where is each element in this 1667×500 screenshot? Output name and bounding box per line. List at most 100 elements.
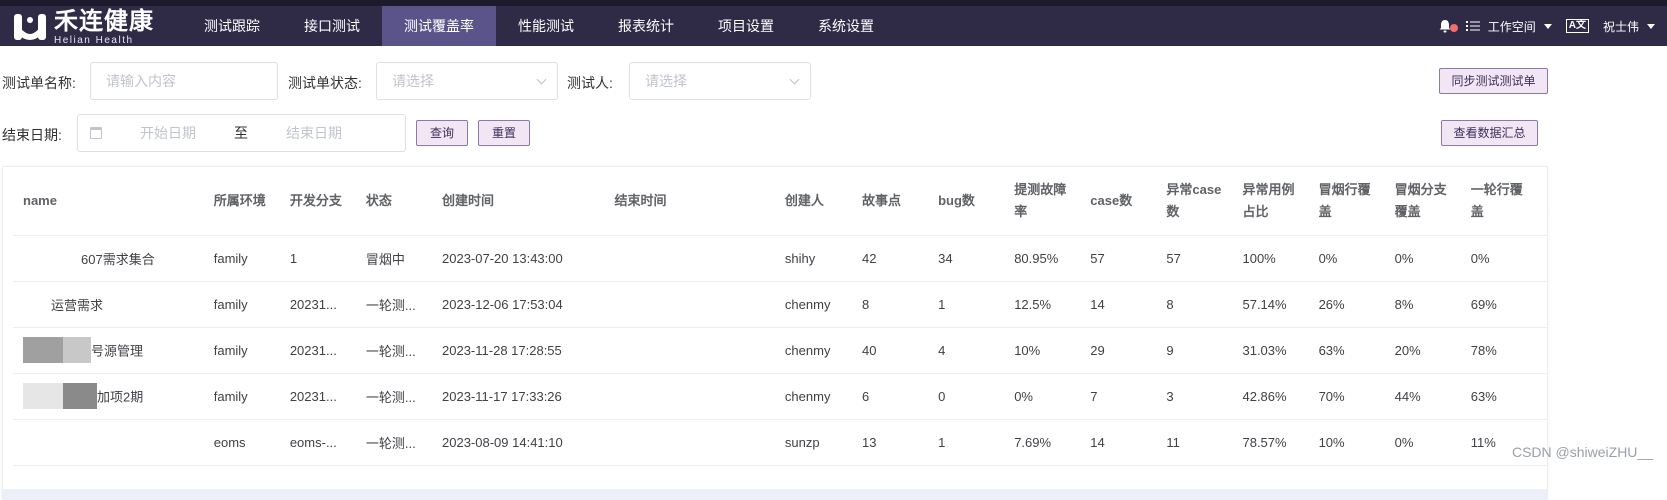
cell-failure-rate: 12.5%	[1004, 281, 1081, 328]
nav-tab-performance-test[interactable]: 性能测试	[496, 6, 596, 46]
cell-creator: sunzp	[774, 419, 853, 466]
column-header-failure-rate[interactable]: 提测故障率	[1004, 167, 1081, 236]
cell-environment: eoms	[203, 419, 280, 466]
column-header-round1-line-coverage[interactable]: 一轮行覆盖	[1460, 167, 1537, 236]
cell-abnormal-case-count: 57	[1156, 235, 1233, 282]
user-menu[interactable]: 祝士伟	[1603, 18, 1655, 35]
cell-abnormal-case-ratio: 42.86%	[1232, 373, 1309, 420]
nav-tab-project-settings[interactable]: 项目设置	[696, 6, 796, 46]
watermark: CSDN @shiweiZHU__	[1511, 444, 1653, 460]
cell-smoke-line-coverage: 0%	[1308, 235, 1385, 282]
column-header-name[interactable]: name	[13, 167, 204, 236]
cell-case-count: 14	[1080, 419, 1157, 466]
cell-end-time	[604, 327, 775, 374]
column-header-round1-branch-coverage[interactable]: 一轮分支覆盖	[1536, 167, 1547, 236]
logo-mark-icon	[12, 10, 48, 46]
cell-abnormal-case-ratio: 78.57%	[1232, 419, 1309, 466]
test-order-name: 加项2期	[97, 389, 144, 405]
cell-creator: chenmy	[774, 327, 853, 374]
cell-smoke-line-coverage: 70%	[1308, 373, 1385, 420]
notification-bell-icon[interactable]	[1438, 19, 1458, 33]
cell-abnormal-case-ratio: 57.14%	[1232, 281, 1309, 328]
cell-failure-rate: 0%	[1004, 373, 1081, 420]
cell-story-points: 6	[852, 373, 929, 420]
query-button[interactable]: 查询	[416, 120, 468, 146]
cell-status: 一轮测...	[355, 373, 433, 420]
cell-bug-count: 1	[928, 419, 1005, 466]
column-header-smoke-line-coverage[interactable]: 冒烟行覆盖	[1308, 167, 1385, 236]
redacted-block	[63, 383, 97, 409]
cell-case-count: 29	[1080, 327, 1157, 374]
cell-name: 加项2期	[13, 373, 204, 420]
test-order-name: 运营需求	[51, 297, 104, 313]
calendar-icon	[90, 127, 102, 139]
reset-button[interactable]: 重置	[478, 120, 530, 146]
nav-tab-test-coverage[interactable]: 测试覆盖率	[382, 6, 496, 46]
logo[interactable]: 禾连健康 Helian Health	[12, 10, 154, 46]
date-range-separator: 至	[234, 125, 248, 141]
cell-bug-count: 0	[928, 373, 1005, 420]
start-date-placeholder: 开始日期	[140, 125, 196, 141]
nav-tab-system-settings[interactable]: 系统设置	[796, 6, 896, 46]
table-row[interactable]: 号源管理 family 20231... 一轮测... 2023-11-28 17:28…	[13, 327, 1547, 374]
table-row[interactable]: eoms eoms-... 一轮测... 2023-08-09 14:41:10 sun…	[13, 419, 1547, 466]
column-header-created-time[interactable]: 创建时间	[432, 167, 605, 236]
cell-created-time: 2023-11-17 17:33:26	[432, 373, 605, 420]
nav-tab-test-tracking[interactable]: 测试跟踪	[182, 6, 282, 46]
cell-round1-line-coverage: 63%	[1460, 373, 1537, 420]
table-header-row: name 所属环境 开发分支 状态 创建时间 结束时间 创建人 故事点 bug数…	[13, 167, 1547, 236]
cell-round1-line-coverage: 78%	[1460, 327, 1537, 374]
tester-select[interactable]: 请选择	[629, 62, 811, 100]
cell-status: 一轮测...	[355, 327, 433, 374]
cell-created-time: 2023-07-20 13:43:00	[432, 235, 605, 282]
column-header-environment[interactable]: 所属环境	[203, 167, 280, 236]
cell-abnormal-case-count: 3	[1156, 373, 1233, 420]
horizontal-scrollbar[interactable]	[3, 489, 1547, 499]
test-order-name-label: 测试单名称:	[2, 75, 76, 91]
column-header-case-count[interactable]: case数	[1080, 167, 1157, 236]
cell-failure-rate: 80.95%	[1004, 235, 1081, 282]
workspace-switcher[interactable]: 工作空间	[1465, 18, 1552, 35]
sync-test-orders-button[interactable]: 同步测试测试单	[1439, 68, 1548, 94]
cell-bug-count: 1	[928, 281, 1005, 328]
cell-round1-branch-coverage: 29%	[1536, 281, 1547, 328]
column-header-story-points[interactable]: 故事点	[852, 167, 929, 236]
end-date-range-picker[interactable]: 开始日期 至 结束日期	[77, 114, 406, 152]
workspace-label: 工作空间	[1487, 19, 1536, 34]
logo-subtitle: Helian Health	[54, 35, 134, 46]
user-name: 祝士伟	[1602, 19, 1639, 34]
cell-round1-branch-coverage: 0%	[1536, 235, 1547, 282]
column-header-end-time[interactable]: 结束时间	[604, 167, 775, 236]
cell-status: 一轮测...	[355, 281, 433, 328]
status-select-placeholder: 请选择	[392, 73, 434, 89]
cell-story-points: 13	[852, 419, 929, 466]
column-header-smoke-branch-coverage[interactable]: 冒烟分支覆盖	[1384, 167, 1461, 236]
table-row[interactable]: 运营需求 family 20231... 一轮测... 2023-12-06 17:53…	[13, 281, 1547, 328]
language-switch-icon[interactable]: A文	[1565, 19, 1589, 33]
column-header-abnormal-case-count[interactable]: 异常case数	[1156, 167, 1233, 236]
tester-select-placeholder: 请选择	[645, 73, 687, 89]
test-order-status-select[interactable]: 请选择	[376, 62, 558, 100]
cell-branch: 20231...	[279, 373, 356, 420]
column-header-creator[interactable]: 创建人	[774, 167, 853, 236]
cell-case-count: 7	[1080, 373, 1157, 420]
column-header-branch[interactable]: 开发分支	[279, 167, 356, 236]
cell-case-count: 57	[1080, 235, 1157, 282]
cell-environment: family	[203, 281, 280, 328]
table-row[interactable]: 加项2期 family 20231... 一轮测... 2023-11-17 17:33…	[13, 373, 1547, 420]
nav-tab-api-test[interactable]: 接口测试	[282, 6, 382, 46]
view-data-summary-button[interactable]: 查看数据汇总	[1441, 120, 1538, 146]
nav-tab-report-statistics[interactable]: 报表统计	[596, 6, 696, 46]
end-date-label: 结束日期:	[2, 127, 62, 143]
cell-created-time: 2023-12-06 17:53:04	[432, 281, 605, 328]
cell-bug-count: 34	[928, 235, 1005, 282]
column-header-status[interactable]: 状态	[355, 167, 433, 236]
table-row[interactable]: 607需求集合 family 1 冒烟中 2023-07-20 13:43:00 shih…	[13, 235, 1547, 282]
test-order-name-input[interactable]: 请输入内容	[90, 62, 278, 100]
cell-created-time: 2023-11-28 17:28:55	[432, 327, 605, 374]
cell-branch: eoms-...	[279, 419, 356, 466]
column-header-bug-count[interactable]: bug数	[928, 167, 1005, 236]
column-header-abnormal-case-ratio[interactable]: 异常用例占比	[1232, 167, 1309, 236]
cell-story-points: 8	[852, 281, 929, 328]
nav-right-tools: 工作空间 A文 祝士伟	[1424, 6, 1655, 46]
